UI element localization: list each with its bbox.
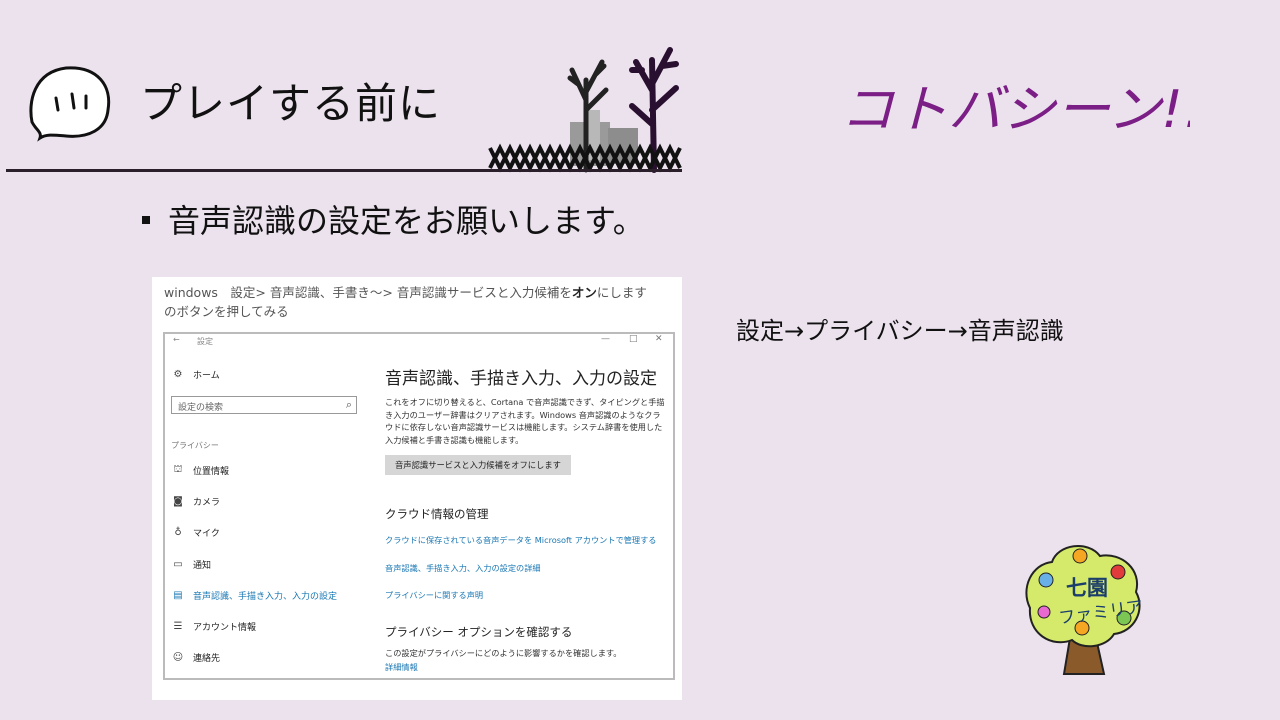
sidebar-item-account-info[interactable]: ☰ アカウント情報 (171, 620, 257, 633)
bullet-text: 音声認識の設定をお願いします。 (168, 202, 645, 240)
sidebar-item-location[interactable]: ⛫ 位置情報 (171, 464, 229, 477)
contacts-icon: ☺ (172, 652, 184, 663)
account-info-icon: ☰ (173, 621, 183, 632)
bullet-item: 音声認識の設定をお願いします。 (138, 196, 645, 242)
main-description: これをオフに切り替えると、Cortana で音声認識できず、タイピングと手描き入… (385, 397, 665, 445)
microphone-icon: ♁ (174, 527, 182, 538)
minimize-icon[interactable]: — (601, 334, 610, 344)
svg-text:コトバシーン!!!: コトバシーン!!! (840, 80, 1190, 139)
privacy-options-heading: プライバシー オプションを確認する (385, 625, 573, 639)
sidebar-item-contacts[interactable]: ☺ 連絡先 (171, 651, 220, 664)
main-heading: 音声認識、手描き入力、入力の設定 (385, 369, 657, 389)
settings-window: ← 設定 — □ ✕ ⚙ ホーム 設定の検索 ⌕ プライバシー ⛫ 位置情報 ◙ カメラ… (163, 332, 675, 680)
settings-screenshot: windows 設定> 音声認識、手書き～> 音声認識サービスと入力候補をオンに… (152, 277, 682, 700)
clipboard-icon: ▤ (173, 590, 183, 601)
back-arrow-icon[interactable]: ← (173, 335, 180, 344)
close-icon[interactable]: ✕ (655, 334, 663, 344)
title-divider (6, 169, 682, 172)
privacy-statement-link[interactable]: プライバシーに関する声明 (385, 589, 483, 601)
screenshot-caption: windows 設定> 音声認識、手書き～> 音声認識サービスと入力候補をオンに… (164, 285, 660, 319)
slide-title: プレイする前に (140, 79, 442, 128)
settings-search-input[interactable]: 設定の検索 ⌕ (171, 396, 357, 414)
privacy-options-description: この設定がプライバシーにどのように影響するかを確認します。 (385, 648, 622, 658)
sidebar-section-privacy: プライバシー (171, 441, 219, 450)
brand-logo: コトバシーン!!! (840, 80, 1190, 139)
cloud-heading: クラウド情報の管理 (385, 507, 489, 521)
maximize-icon[interactable]: □ (629, 334, 638, 344)
sidebar-item-home[interactable]: ⚙ ホーム (171, 368, 220, 381)
bullet-marker (142, 216, 150, 224)
sidebar-item-notifications[interactable]: ▭ 通知 (171, 558, 211, 571)
settings-path-note: 設定→プライバシー→音声認識 (736, 317, 1064, 345)
sidebar-item-camera[interactable]: ◙ カメラ (171, 495, 220, 508)
sidebar-item-microphone[interactable]: ♁ マイク (171, 526, 220, 539)
family-tree-logo: 七園 ファミリア (1018, 538, 1148, 678)
location-icon: ⛫ (173, 464, 183, 475)
more-info-link[interactable]: 詳細情報 (385, 661, 418, 673)
camera-icon: ◙ (173, 496, 183, 507)
ghost-icon (29, 66, 111, 142)
gear-icon: ⚙ (173, 369, 183, 380)
manage-cloud-voice-link[interactable]: クラウドに保存されている音声データを Microsoft アカウントで管理する (385, 534, 656, 546)
notification-icon: ▭ (173, 559, 183, 570)
graveyard-illustration (488, 47, 682, 173)
window-titlebar: ← 設定 — □ ✕ (165, 334, 673, 348)
window-title: 設定 (197, 337, 213, 346)
search-icon: ⌕ (345, 398, 352, 411)
speech-details-link[interactable]: 音声認識、手描き入力、入力の設定の詳細 (385, 562, 541, 574)
turn-off-speech-button[interactable]: 音声認識サービスと入力候補をオフにします (385, 455, 571, 475)
sidebar-item-speech[interactable]: ▤ 音声認識、手描き入力、入力の設定 (171, 589, 337, 602)
